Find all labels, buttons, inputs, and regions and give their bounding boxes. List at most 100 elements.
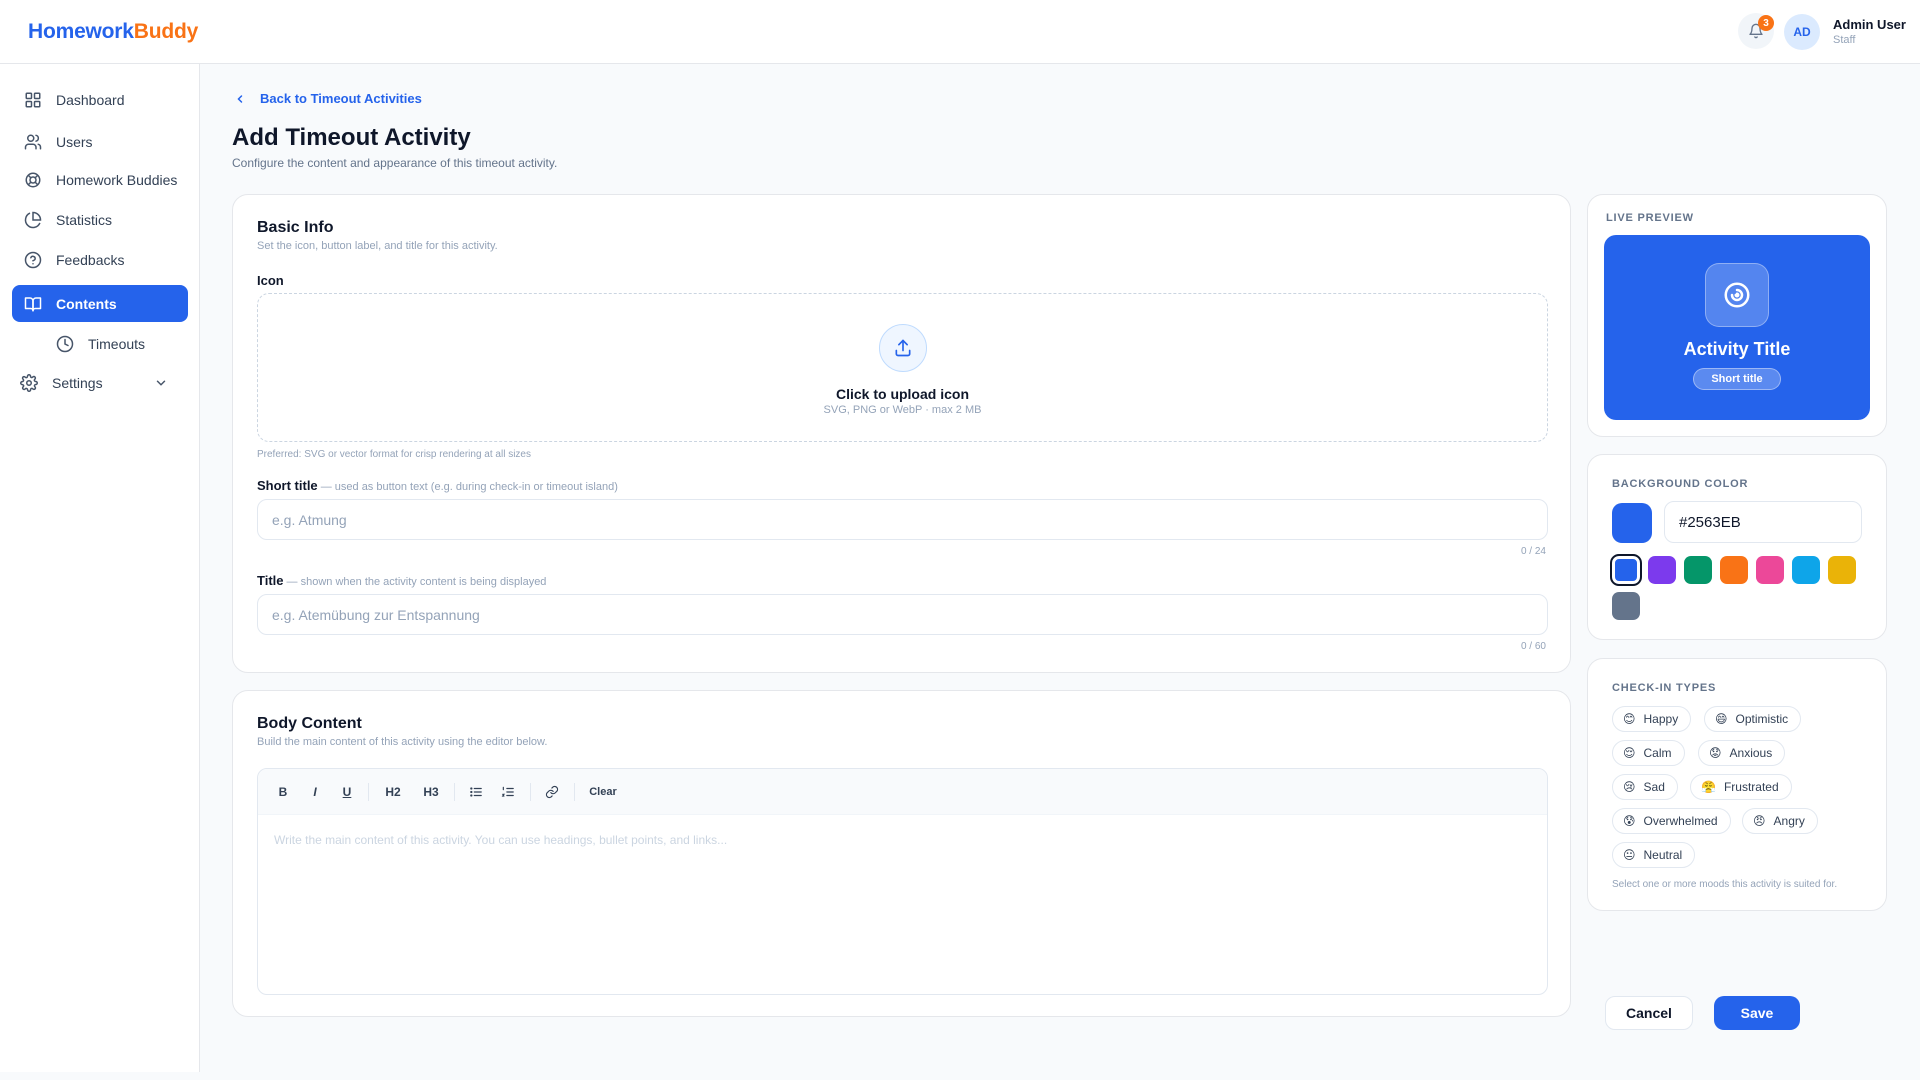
sidebar-item-users[interactable]: Users — [12, 124, 188, 160]
mood-chip[interactable]: 😌 Calm — [1612, 740, 1685, 766]
cancel-button[interactable]: Cancel — [1605, 996, 1693, 1030]
sidebar-item-label: Homework Buddies — [56, 172, 178, 188]
sidebar-item-homework-buddies[interactable]: Homework Buddies — [12, 162, 188, 198]
bold-button[interactable]: B — [274, 781, 292, 803]
link-button[interactable] — [542, 781, 562, 803]
mood-chip[interactable]: 😊 Happy — [1612, 706, 1692, 732]
italic-button[interactable]: I — [306, 781, 324, 803]
mood-chip-label: Overwhelmed — [1643, 814, 1718, 828]
pie-chart-icon — [24, 211, 42, 229]
body-content-card: Body Content Build the main content of t… — [232, 690, 1571, 1017]
sidebar-item-label: Feedbacks — [56, 252, 125, 268]
color-preview-swatch[interactable] — [1612, 503, 1652, 543]
preview-box: Activity Title Short title — [1604, 235, 1870, 420]
clock-icon — [56, 335, 74, 353]
mood-emoji-icon: 😌 — [1623, 746, 1636, 760]
sidebar-item-label: Timeouts — [88, 336, 146, 352]
book-icon — [24, 296, 42, 311]
back-link[interactable]: Back to Timeout Activities — [234, 91, 422, 106]
underline-button[interactable]: U — [338, 781, 356, 803]
user-name: Admin User — [1833, 17, 1906, 32]
sidebar-item-settings[interactable]: Settings — [8, 365, 184, 401]
link-icon — [545, 785, 559, 799]
title-input[interactable] — [257, 594, 1548, 635]
mood-emoji-icon: 😊 — [1623, 712, 1636, 726]
color-swatch[interactable] — [1648, 556, 1676, 584]
sidebar-item-label: Statistics — [56, 212, 113, 228]
color-swatch[interactable] — [1792, 556, 1820, 584]
logo-text-part2: Buddy — [133, 20, 199, 43]
sidebar: Dashboard Users Homework Buddies Statist… — [0, 64, 200, 1072]
clear-format-button[interactable]: Clear — [586, 781, 620, 803]
preview-chip: Short title — [1693, 368, 1781, 390]
basic-info-title: Basic Info — [257, 219, 334, 236]
back-link-label: Back to Timeout Activities — [260, 91, 422, 106]
short-title-label: Short title — used as button text (e.g. … — [257, 478, 618, 493]
mood-emoji-icon: 😰 — [1623, 814, 1636, 828]
basic-info-subtitle: Set the icon, button label, and title fo… — [257, 240, 498, 252]
sidebar-item-statistics[interactable]: Statistics — [12, 202, 188, 238]
app-logo[interactable]: HomeworkBuddy — [28, 20, 198, 44]
mood-emoji-icon: 😠 — [1753, 814, 1766, 828]
color-swatch[interactable] — [1756, 556, 1784, 584]
notifications-button[interactable]: 3 — [1738, 13, 1774, 49]
live-preview-card: LIVE PREVIEW Activity Title Short title — [1587, 194, 1887, 437]
sidebar-item-label: Users — [56, 134, 93, 150]
mood-chip[interactable]: 😟 Anxious — [1698, 740, 1786, 766]
check-in-types-note: Select one or more moods this activity i… — [1612, 879, 1838, 890]
mood-chip[interactable]: 😠 Angry — [1742, 808, 1818, 834]
notification-badge: 3 — [1758, 15, 1774, 31]
color-swatch[interactable] — [1610, 554, 1642, 586]
sidebar-item-label: Settings — [52, 375, 103, 391]
color-swatch[interactable] — [1612, 592, 1640, 620]
users-icon — [24, 134, 42, 150]
mood-emoji-icon: 😤 — [1701, 780, 1716, 794]
bullet-list-button[interactable] — [466, 781, 486, 803]
preview-title: Activity Title — [1683, 339, 1791, 359]
top-bar: HomeworkBuddy 3 AD Admin User Staff — [0, 0, 1920, 64]
avatar[interactable]: AD — [1784, 14, 1820, 50]
gear-icon — [20, 374, 38, 392]
sidebar-item-timeouts[interactable]: Timeouts — [44, 326, 188, 362]
mood-chip-label: Happy — [1643, 712, 1679, 726]
icon-label: Icon — [257, 273, 284, 288]
toolbar-divider — [454, 783, 455, 801]
icon-upload-dropzone[interactable]: Click to upload icon SVG, PNG or WebP · … — [257, 293, 1548, 442]
upload-note: Preferred: SVG or vector format for cris… — [257, 449, 531, 460]
mood-chip-label: Sad — [1643, 780, 1665, 794]
color-swatch[interactable] — [1828, 556, 1856, 584]
title-label-text: Title — [257, 573, 284, 588]
sidebar-item-contents[interactable]: Contents — [12, 285, 188, 322]
sidebar-item-dashboard[interactable]: Dashboard — [12, 82, 188, 118]
color-swatch[interactable] — [1720, 556, 1748, 584]
mood-chip[interactable]: 😤 Frustrated — [1690, 774, 1792, 800]
h2-button[interactable]: H2 — [380, 781, 406, 803]
hex-color-input[interactable] — [1664, 501, 1862, 543]
mood-chip[interactable]: 😢 Sad — [1612, 774, 1678, 800]
mood-chip[interactable]: 😄 Optimistic — [1704, 706, 1802, 732]
chevron-left-icon — [237, 94, 243, 103]
sidebar-item-feedbacks[interactable]: Feedbacks — [12, 242, 188, 278]
preview-icon-box — [1705, 263, 1769, 327]
lifebuoy-icon — [25, 172, 41, 188]
mood-chip[interactable]: 😐 Neutral — [1612, 842, 1696, 868]
short-title-input[interactable] — [257, 499, 1548, 540]
mood-emoji-icon: 😄 — [1715, 712, 1728, 726]
mood-chip-label: Frustrated — [1723, 780, 1779, 794]
background-color-card: BACKGROUND COLOR — [1587, 454, 1887, 640]
body-content-subtitle: Build the main content of this activity … — [257, 736, 548, 748]
color-swatch[interactable] — [1684, 556, 1712, 584]
editor-placeholder[interactable]: Write the main content of this activity.… — [274, 833, 727, 847]
title-label: Title — shown when the activity content … — [257, 573, 546, 588]
logo-text-part1: Homework — [28, 20, 134, 43]
live-preview-label: LIVE PREVIEW — [1606, 212, 1694, 224]
upload-icon — [895, 339, 911, 357]
h3-button[interactable]: H3 — [418, 781, 444, 803]
numbered-list-button[interactable] — [498, 781, 518, 803]
save-button[interactable]: Save — [1714, 996, 1800, 1030]
rich-text-editor: B I U H2 H3 Clear Write the main content… — [257, 768, 1548, 995]
bullet-list-icon — [470, 787, 482, 797]
toolbar-divider — [530, 783, 531, 801]
upload-subtitle: SVG, PNG or WebP · max 2 MB — [823, 404, 982, 416]
mood-chip[interactable]: 😰 Overwhelmed — [1612, 808, 1731, 834]
